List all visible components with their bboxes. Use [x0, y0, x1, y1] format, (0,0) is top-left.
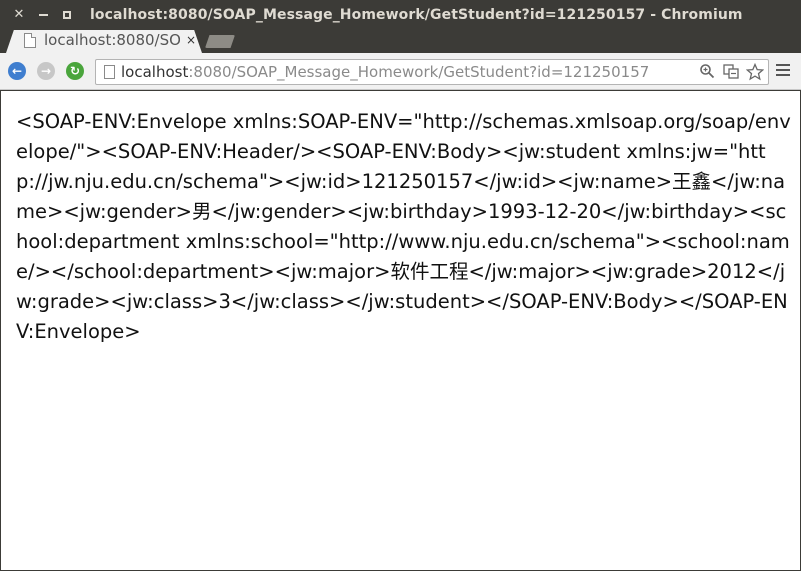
- forward-button[interactable]: →: [37, 62, 55, 80]
- omnibox-icons: [698, 62, 765, 83]
- url-path: :8080/SOAP_Message_Homework/GetStudent?i…: [188, 63, 650, 81]
- soap-xml-response: <SOAP-ENV:Envelope xmlns:SOAP-ENV="http:…: [16, 110, 791, 343]
- page-icon: [104, 65, 115, 79]
- address-bar[interactable]: localhost:8080/SOAP_Message_Homework/Get…: [95, 59, 769, 85]
- translate-icon[interactable]: [722, 63, 740, 83]
- window-minimize-button[interactable]: [34, 6, 52, 24]
- window-title: localhost:8080/SOAP_Message_Homework/Get…: [90, 7, 743, 23]
- zoom-icon[interactable]: [698, 63, 716, 83]
- window-maximize-button[interactable]: [58, 6, 76, 24]
- page-content: <SOAP-ENV:Envelope xmlns:SOAP-ENV="http:…: [1, 91, 800, 570]
- back-button[interactable]: ←: [8, 62, 26, 80]
- minimize-icon: [38, 14, 48, 16]
- url-text[interactable]: localhost:8080/SOAP_Message_Homework/Get…: [121, 63, 649, 81]
- window-close-button[interactable]: ✕: [10, 6, 28, 24]
- reload-button[interactable]: ↻: [66, 62, 84, 80]
- tab-title: localhost:8080/SOAP_Message_Homework/Get…: [44, 31, 180, 49]
- browser-toolbar: ← → ↻ localhost:8080/SOAP_Message_Homewo…: [0, 53, 801, 90]
- window-titlebar: ✕ localhost:8080/SOAP_Message_Homework/G…: [0, 0, 801, 30]
- page-favicon-icon: [24, 33, 36, 48]
- new-tab-button[interactable]: [205, 35, 235, 48]
- tab-close-button[interactable]: ×: [184, 33, 198, 47]
- maximize-icon: [63, 11, 71, 19]
- tab-strip: localhost:8080/SOAP_Message_Homework/Get…: [0, 30, 801, 53]
- tab-active[interactable]: localhost:8080/SOAP_Message_Homework/Get…: [6, 30, 202, 53]
- bookmark-star-icon[interactable]: [745, 62, 765, 83]
- url-host: localhost: [121, 63, 189, 81]
- menu-icon[interactable]: [776, 64, 790, 78]
